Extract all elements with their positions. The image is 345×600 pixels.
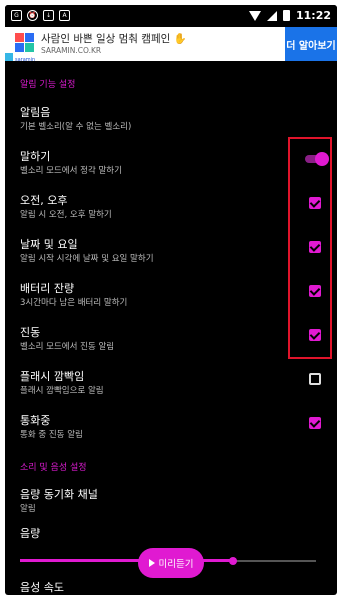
setting-title: 배터리 잔량 [20, 282, 75, 295]
preview-button[interactable]: 미리듣기 [138, 548, 204, 578]
setting-title: 오전, 오후 [20, 194, 68, 207]
setting-subtitle: 벨소리 모드에서 정각 말하기 [20, 166, 122, 176]
gps-icon: G [11, 10, 22, 21]
phone-screen: G ⏰ ↓ A 11:22 saramin 사람인 바쁜 일상 멈춰 캠페인 ✋… [5, 5, 337, 595]
setting-subtitle: 벨소리 모드에서 진동 알림 [20, 342, 115, 352]
settings-list: 알림 기능 설정 알림음 기본 벨소리(알 수 없는 벨소리) 말하기 벨소리 … [5, 61, 337, 595]
setting-ringtone[interactable]: 알림음 기본 벨소리(알 수 없는 벨소리) [5, 99, 337, 135]
ad-banner[interactable]: saramin 사람인 바쁜 일상 멈춰 캠페인 ✋ SARAMIN.CO.KR… [5, 27, 337, 63]
preview-button-label: 미리듣기 [158, 559, 194, 570]
setting-subtitle: 기본 벨소리(알 수 없는 벨소리) [20, 122, 132, 132]
setting-speed[interactable]: 음성 속도 [5, 575, 337, 595]
download-icon: ↓ [43, 10, 54, 21]
setting-title: 음성 속도 [20, 581, 64, 594]
setting-call[interactable]: 통화중 통화 중 진동 알림 [5, 407, 337, 443]
section-header-alarm: 알림 기능 설정 [20, 80, 76, 90]
battery-icon [282, 10, 290, 21]
saramin-logo: saramin [11, 31, 37, 63]
ad-cta-button[interactable]: 더 알아보기 [285, 27, 337, 61]
setting-volume: 음량 [5, 521, 337, 541]
setting-subtitle: 플래시 깜빡임으로 알림 [20, 386, 104, 396]
ad-url: SARAMIN.CO.KR [41, 46, 102, 55]
status-bar: G ⏰ ↓ A 11:22 [5, 5, 337, 27]
ad-choices-icon[interactable] [5, 53, 13, 61]
highlight-box [288, 137, 332, 359]
setting-flash[interactable]: 플래시 깜빡임 플래시 깜빡임으로 알림 [5, 363, 337, 399]
section-header-sound: 소리 및 음성 설정 [20, 463, 87, 473]
setting-voice-sync[interactable]: 음량 동기화 채널 알림 [5, 481, 337, 517]
setting-title: 말하기 [20, 150, 51, 163]
setting-title: 플래시 깜빡임 [20, 370, 85, 383]
app-icon: A [59, 10, 70, 21]
alarm-icon: ⏰ [27, 10, 38, 21]
call-checkbox[interactable] [309, 417, 321, 429]
signal-icon [266, 10, 277, 21]
setting-subtitle: 알림 시작 시각에 날짜 및 요일 말하기 [20, 254, 154, 264]
volume-slider-thumb[interactable] [229, 557, 238, 565]
setting-subtitle: 통화 중 진동 알림 [20, 430, 83, 440]
wifi-icon [248, 10, 261, 21]
setting-title: 알림음 [20, 106, 51, 119]
setting-subtitle: 알림 [20, 504, 36, 514]
clock: 11:22 [295, 9, 331, 22]
setting-title: 통화중 [20, 414, 51, 427]
flash-checkbox[interactable] [309, 373, 321, 385]
setting-title: 음량 [20, 527, 41, 540]
play-icon [148, 559, 155, 567]
setting-title: 날짜 및 요일 [20, 238, 78, 251]
setting-title: 진동 [20, 326, 41, 339]
ad-title[interactable]: 사람인 바쁜 일상 멈춰 캠페인 ✋ [41, 31, 187, 46]
setting-title: 음량 동기화 채널 [20, 488, 98, 501]
setting-subtitle: 알림 시 오전, 오후 말하기 [20, 210, 112, 220]
setting-subtitle: 3시간마다 남은 배터리 말하기 [20, 298, 128, 308]
